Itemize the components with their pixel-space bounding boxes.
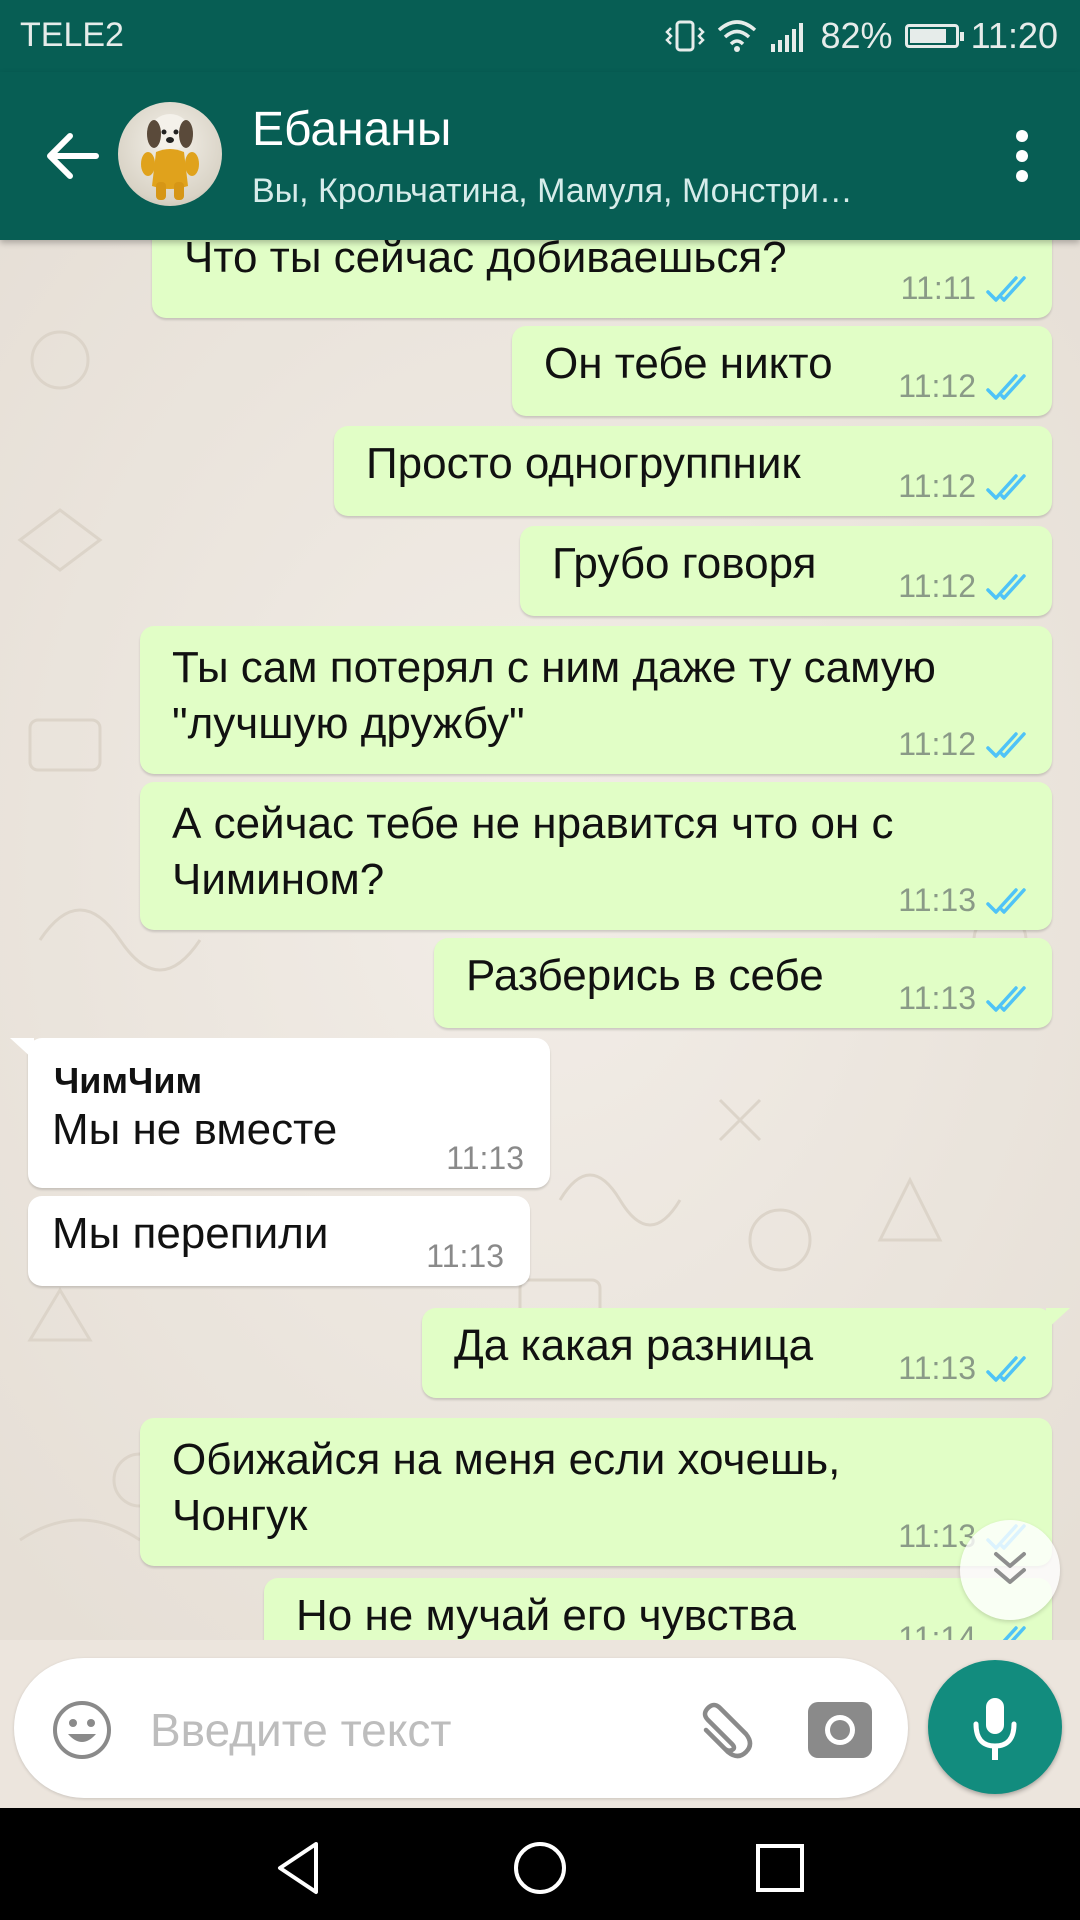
- scroll-to-bottom-button[interactable]: [960, 1520, 1060, 1620]
- outgoing-message[interactable]: А сейчас тебе не нравится что он с Чимино…: [140, 782, 1052, 930]
- message-timestamp: 11:13: [898, 1350, 976, 1386]
- carrier-name: TELE2: [20, 16, 124, 54]
- battery-percent: 82%: [820, 15, 893, 56]
- more-options-icon[interactable]: [992, 124, 1052, 188]
- wifi-icon: [717, 20, 756, 52]
- incoming-message[interactable]: ЧимЧим Мы не вместе 11:13: [10, 1038, 550, 1188]
- nav-recents-icon[interactable]: [748, 1836, 812, 1900]
- mic-icon: [973, 1698, 1017, 1760]
- read-receipt-icon: [986, 374, 1026, 400]
- message-text: Он тебе никто: [544, 339, 833, 388]
- message-text: Мы не вместе: [52, 1105, 338, 1154]
- message-text: Чонгук: [172, 1491, 308, 1540]
- camera-icon[interactable]: [806, 1698, 874, 1762]
- paperclip-icon[interactable]: [686, 1696, 758, 1768]
- signal-icon: [770, 23, 803, 52]
- chat-title[interactable]: Ебананы: [252, 102, 451, 157]
- read-receipt-icon: [986, 1356, 1026, 1382]
- message-text: Мы перепили: [52, 1209, 329, 1258]
- message-composer: [14, 1658, 908, 1798]
- incoming-message[interactable]: Мы перепили 11:13: [28, 1196, 530, 1286]
- message-timestamp: 11:13: [898, 980, 976, 1016]
- nav-home-icon[interactable]: [508, 1836, 572, 1900]
- avatar-image: [141, 114, 199, 200]
- nav-back-icon[interactable]: [268, 1836, 332, 1900]
- outgoing-message[interactable]: Просто одногруппник 11:12: [334, 426, 1052, 516]
- message-text: Что ты сейчас добиваешься?: [184, 240, 787, 282]
- message-text: Просто одногруппник: [366, 439, 801, 488]
- message-text: Разберись в себе: [466, 951, 824, 1000]
- vibrate-icon: [664, 20, 705, 52]
- outgoing-message[interactable]: Грубо говоря 11:12: [520, 526, 1052, 616]
- message-text: Но не мучай его чувства: [296, 1591, 796, 1640]
- voice-message-button[interactable]: [928, 1660, 1062, 1794]
- outgoing-message[interactable]: Он тебе никто 11:12: [512, 326, 1052, 416]
- message-text: А сейчас тебе не нравится что он с: [172, 799, 894, 848]
- message-timestamp: 11:12: [898, 568, 976, 604]
- chevron-double-down-icon: [994, 1552, 1026, 1584]
- battery-icon: [904, 24, 964, 48]
- message-timestamp: 11:13: [446, 1140, 524, 1176]
- read-receipt-icon: [1002, 1626, 1026, 1640]
- message-timestamp: 11:11: [900, 270, 976, 306]
- bubble-tail: [1046, 1308, 1070, 1330]
- whatsapp-chat-screen: TELE2 82% 11:20 Ебананы Вы, Крольчатина,…: [0, 0, 1080, 1920]
- outgoing-message[interactable]: Разберись в себе 11:13: [434, 938, 1052, 1028]
- system-navigation-bar: [0, 1808, 1080, 1920]
- emoji-icon[interactable]: [50, 1698, 114, 1762]
- status-indicators: 82% 11:20: [664, 14, 1058, 58]
- read-receipt-icon: [986, 474, 1026, 500]
- message-text: Чимином?: [172, 855, 385, 904]
- message-timestamp: 11:14: [898, 1620, 976, 1640]
- message-input[interactable]: [150, 1698, 670, 1762]
- group-avatar[interactable]: [118, 102, 222, 206]
- message-text: Обижайся на меня если хочешь,: [172, 1435, 841, 1484]
- message-list[interactable]: Что ты сейчас добиваешься? 11:11 Он тебе н…: [0, 240, 1080, 1640]
- outgoing-message[interactable]: Да какая разница 11:13: [422, 1308, 1070, 1398]
- outgoing-message[interactable]: Но не мучай его чувства 11:14: [264, 1578, 1052, 1640]
- read-receipt-icon: [986, 986, 1026, 1012]
- read-receipt-icon: [986, 888, 1026, 914]
- status-bar: TELE2 82% 11:20: [0, 0, 1080, 72]
- message-timestamp: 11:12: [898, 368, 976, 404]
- message-text: Ты сам потерял с ним даже ту самую: [172, 643, 936, 692]
- chat-participants[interactable]: Вы, Крольчатина, Мамуля, Монстри…: [252, 172, 942, 211]
- read-receipt-icon: [986, 276, 1026, 302]
- message-timestamp: 11:12: [898, 726, 976, 762]
- message-timestamp: 11:13: [426, 1238, 504, 1274]
- message-text: "лучшую дружбу": [172, 699, 525, 748]
- message-text: Да какая разница: [454, 1321, 814, 1370]
- outgoing-message[interactable]: Обижайся на меня если хочешь, Чонгук 11:13: [140, 1418, 1052, 1566]
- battery-fill: [909, 29, 946, 43]
- read-receipt-icon: [986, 732, 1026, 758]
- message-timestamp: 11:13: [898, 882, 976, 918]
- message-sender: ЧимЧим: [54, 1060, 203, 1101]
- back-arrow-icon[interactable]: [40, 124, 104, 188]
- read-receipt-icon: [986, 574, 1026, 600]
- message-timestamp: 11:12: [898, 468, 976, 504]
- outgoing-message[interactable]: Что ты сейчас добиваешься? 11:11: [152, 240, 1052, 318]
- status-time: 11:20: [970, 15, 1058, 56]
- bubble-tail: [10, 1038, 34, 1060]
- message-text: Грубо говоря: [552, 539, 817, 588]
- chat-header: Ебананы Вы, Крольчатина, Мамуля, Монстри…: [0, 72, 1080, 240]
- outgoing-message[interactable]: Ты сам потерял с ним даже ту самую "лучшу…: [140, 626, 1052, 774]
